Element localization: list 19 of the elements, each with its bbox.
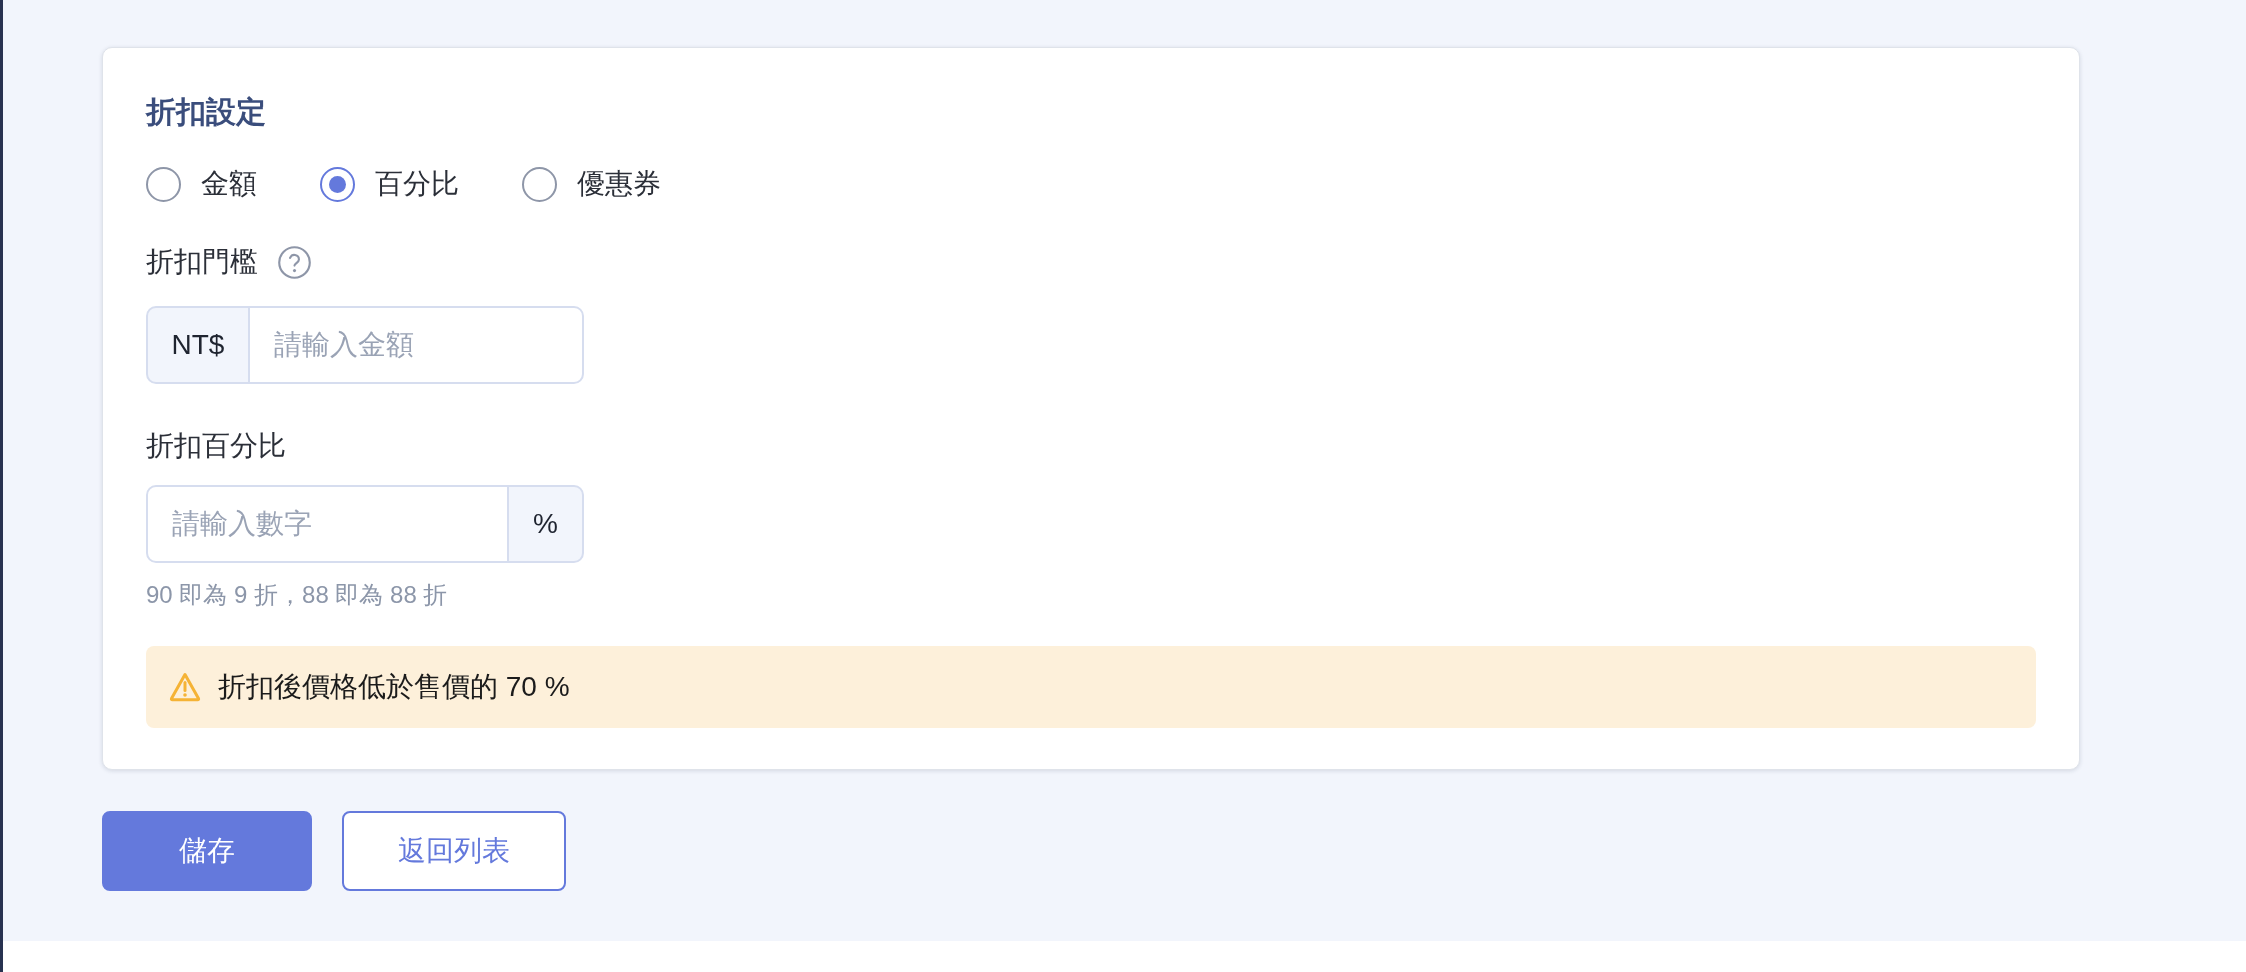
radio-label[interactable]: 金額 (201, 164, 257, 204)
warning-text: 折扣後價格低於售價的 70 % (218, 670, 570, 704)
field-label: 折扣百分比 (146, 429, 286, 463)
percentage-input[interactable]: 請輸入數字 (146, 485, 508, 563)
radio-button[interactable] (522, 166, 557, 202)
radio-label[interactable]: 優惠券 (577, 164, 661, 204)
radio-button[interactable] (320, 166, 355, 202)
field-label: 折扣門檻 (146, 245, 258, 279)
percent-suffix: % (508, 485, 584, 563)
save-button[interactable]: 儲存 (102, 811, 312, 891)
currency-prefix: NT$ (146, 306, 249, 384)
radio-button[interactable] (146, 166, 181, 202)
radio-label[interactable]: 百分比 (375, 164, 459, 204)
back-button[interactable]: 返回列表 (342, 811, 566, 891)
hint-text: 90 即為 9 折，88 即為 88 折 (146, 580, 448, 610)
amount-input[interactable]: 請輸入金額 (249, 306, 584, 384)
section-title: 折扣設定 (146, 94, 266, 130)
warning-icon (169, 672, 201, 702)
help-icon[interactable] (278, 245, 311, 279)
